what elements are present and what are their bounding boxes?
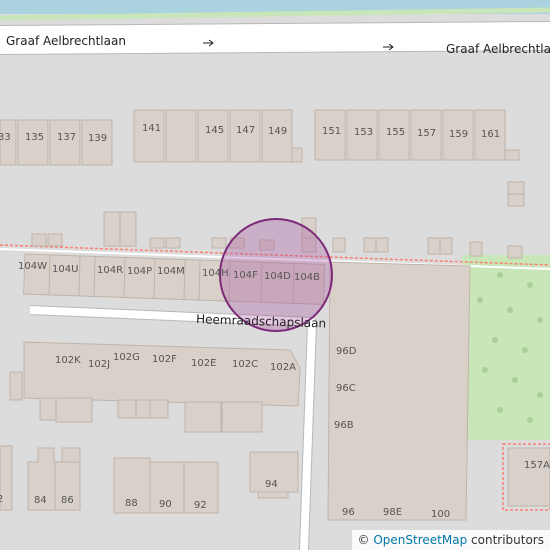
house-number: 96C [336, 383, 356, 394]
map-view[interactable]: Graaf Aelbrechtlaan Graaf Aelbrechtlaan … [0, 0, 550, 550]
house-number: 104B [294, 272, 320, 283]
row-102-buildings [23, 341, 301, 407]
map-canvas[interactable]: Graaf Aelbrechtlaan Graaf Aelbrechtlaan … [0, 0, 550, 550]
openstreetmap-link[interactable]: OpenStreetMap [373, 533, 467, 547]
house-number-edge-left: 2 [0, 494, 3, 505]
house-number: 104R [97, 265, 123, 276]
house-number: 102K [55, 355, 81, 366]
house-number: 153 [354, 127, 373, 138]
street-label-north-right: Graaf Aelbrechtlaan [446, 42, 550, 56]
house-number: 102C [232, 359, 258, 370]
house-number: 161 [481, 129, 500, 140]
house-number: 149 [268, 126, 287, 137]
house-number: 92 [194, 500, 207, 511]
house-number: 147 [236, 125, 255, 136]
house-number: 96D [336, 346, 357, 357]
house-number: 145 [205, 125, 224, 136]
house-number: 96 [342, 507, 355, 518]
house-number: 104W [18, 261, 47, 272]
house-number: 151 [322, 126, 341, 137]
house-number: 102G [113, 352, 140, 363]
attribution-suffix: contributors [467, 533, 544, 547]
house-number: 96B [334, 420, 354, 431]
house-number: 90 [159, 499, 172, 510]
house-number: 137 [57, 132, 76, 143]
house-number: 139 [88, 133, 107, 144]
house-number: 94 [265, 479, 278, 490]
park-area [462, 255, 550, 440]
map-attribution: © OpenStreetMap contributors [351, 530, 550, 550]
house-number: 88 [125, 498, 138, 509]
house-number: 155 [386, 127, 405, 138]
house-number: 102E [191, 358, 216, 369]
house-number: 102A [270, 362, 296, 373]
house-number: 102J [88, 359, 110, 370]
copyright-symbol: © [357, 533, 370, 547]
street-label-north-left: Graaf Aelbrechtlaan [6, 34, 126, 48]
house-number-far-right: 157A [524, 460, 550, 471]
house-number: 100 [431, 509, 450, 520]
house-number: 141 [142, 123, 161, 134]
house-number: 104M [157, 266, 185, 277]
house-number: 104P [127, 266, 152, 277]
north-row-buildings [0, 109, 525, 207]
house-number: 135 [25, 132, 44, 143]
house-number: 98E [383, 507, 402, 518]
house-number: 33 [0, 132, 11, 143]
house-number: 157 [417, 128, 436, 139]
house-number: 86 [61, 495, 74, 506]
house-number: 102F [152, 354, 177, 365]
house-number: 84 [34, 495, 47, 506]
house-number: 104U [52, 264, 78, 275]
house-number: 104D [264, 271, 291, 282]
house-number: 104H [202, 268, 229, 279]
house-number: 104F [233, 270, 258, 281]
house-number: 159 [449, 129, 468, 140]
